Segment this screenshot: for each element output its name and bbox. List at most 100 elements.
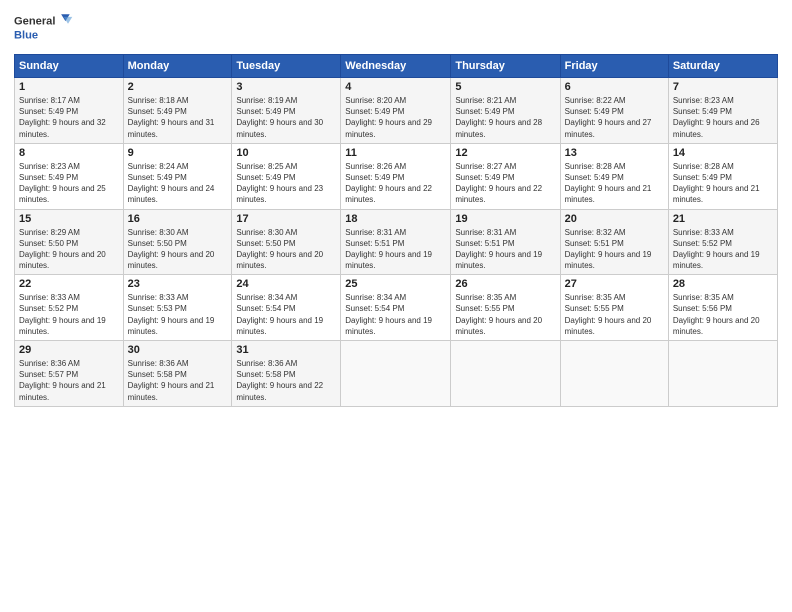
day-info: Sunrise: 8:24 AM Sunset: 5:49 PM Dayligh… (128, 161, 228, 206)
weekday-header: Friday (560, 55, 668, 78)
calendar-day-cell: 27 Sunrise: 8:35 AM Sunset: 5:55 PM Dayl… (560, 275, 668, 341)
day-number: 25 (345, 278, 446, 290)
calendar-day-cell: 12 Sunrise: 8:27 AM Sunset: 5:49 PM Dayl… (451, 143, 560, 209)
calendar-day-cell: 11 Sunrise: 8:26 AM Sunset: 5:49 PM Dayl… (341, 143, 451, 209)
day-number: 19 (455, 213, 555, 225)
calendar-day-cell (668, 341, 777, 407)
calendar-day-cell: 3 Sunrise: 8:19 AM Sunset: 5:49 PM Dayli… (232, 78, 341, 144)
calendar-day-cell: 13 Sunrise: 8:28 AM Sunset: 5:49 PM Dayl… (560, 143, 668, 209)
calendar-day-cell: 18 Sunrise: 8:31 AM Sunset: 5:51 PM Dayl… (341, 209, 451, 275)
calendar-day-cell: 23 Sunrise: 8:33 AM Sunset: 5:53 PM Dayl… (123, 275, 232, 341)
day-number: 29 (19, 344, 119, 356)
calendar-week-row: 29 Sunrise: 8:36 AM Sunset: 5:57 PM Dayl… (15, 341, 778, 407)
calendar-day-cell: 22 Sunrise: 8:33 AM Sunset: 5:52 PM Dayl… (15, 275, 124, 341)
day-info: Sunrise: 8:28 AM Sunset: 5:49 PM Dayligh… (673, 161, 773, 206)
day-number: 4 (345, 81, 446, 93)
weekday-header: Monday (123, 55, 232, 78)
day-info: Sunrise: 8:30 AM Sunset: 5:50 PM Dayligh… (128, 227, 228, 272)
calendar-day-cell: 10 Sunrise: 8:25 AM Sunset: 5:49 PM Dayl… (232, 143, 341, 209)
day-number: 28 (673, 278, 773, 290)
day-info: Sunrise: 8:32 AM Sunset: 5:51 PM Dayligh… (565, 227, 664, 272)
day-number: 22 (19, 278, 119, 290)
day-number: 26 (455, 278, 555, 290)
weekday-header: Wednesday (341, 55, 451, 78)
calendar-day-cell (560, 341, 668, 407)
calendar-day-cell: 26 Sunrise: 8:35 AM Sunset: 5:55 PM Dayl… (451, 275, 560, 341)
day-info: Sunrise: 8:34 AM Sunset: 5:54 PM Dayligh… (345, 292, 446, 337)
page: General Blue SundayMondayTuesdayWednesda… (0, 0, 792, 612)
calendar-day-cell: 24 Sunrise: 8:34 AM Sunset: 5:54 PM Dayl… (232, 275, 341, 341)
day-number: 14 (673, 147, 773, 159)
day-number: 31 (236, 344, 336, 356)
calendar-day-cell: 19 Sunrise: 8:31 AM Sunset: 5:51 PM Dayl… (451, 209, 560, 275)
calendar-week-row: 15 Sunrise: 8:29 AM Sunset: 5:50 PM Dayl… (15, 209, 778, 275)
calendar-day-cell: 25 Sunrise: 8:34 AM Sunset: 5:54 PM Dayl… (341, 275, 451, 341)
calendar-day-cell: 5 Sunrise: 8:21 AM Sunset: 5:49 PM Dayli… (451, 78, 560, 144)
day-info: Sunrise: 8:35 AM Sunset: 5:55 PM Dayligh… (565, 292, 664, 337)
day-number: 2 (128, 81, 228, 93)
logo-svg: General Blue (14, 10, 74, 46)
day-number: 17 (236, 213, 336, 225)
header: General Blue (14, 10, 778, 46)
calendar-day-cell (451, 341, 560, 407)
calendar-day-cell: 2 Sunrise: 8:18 AM Sunset: 5:49 PM Dayli… (123, 78, 232, 144)
day-info: Sunrise: 8:36 AM Sunset: 5:58 PM Dayligh… (236, 358, 336, 403)
calendar-day-cell: 17 Sunrise: 8:30 AM Sunset: 5:50 PM Dayl… (232, 209, 341, 275)
day-info: Sunrise: 8:35 AM Sunset: 5:56 PM Dayligh… (673, 292, 773, 337)
day-number: 23 (128, 278, 228, 290)
day-number: 5 (455, 81, 555, 93)
calendar-header-row: SundayMondayTuesdayWednesdayThursdayFrid… (15, 55, 778, 78)
day-info: Sunrise: 8:29 AM Sunset: 5:50 PM Dayligh… (19, 227, 119, 272)
day-info: Sunrise: 8:28 AM Sunset: 5:49 PM Dayligh… (565, 161, 664, 206)
day-number: 9 (128, 147, 228, 159)
logo: General Blue (14, 10, 74, 46)
weekday-header: Sunday (15, 55, 124, 78)
day-info: Sunrise: 8:35 AM Sunset: 5:55 PM Dayligh… (455, 292, 555, 337)
day-number: 15 (19, 213, 119, 225)
calendar-day-cell: 20 Sunrise: 8:32 AM Sunset: 5:51 PM Dayl… (560, 209, 668, 275)
day-info: Sunrise: 8:33 AM Sunset: 5:53 PM Dayligh… (128, 292, 228, 337)
day-number: 7 (673, 81, 773, 93)
day-number: 3 (236, 81, 336, 93)
day-number: 12 (455, 147, 555, 159)
day-number: 6 (565, 81, 664, 93)
day-number: 20 (565, 213, 664, 225)
day-info: Sunrise: 8:27 AM Sunset: 5:49 PM Dayligh… (455, 161, 555, 206)
day-info: Sunrise: 8:18 AM Sunset: 5:49 PM Dayligh… (128, 95, 228, 140)
day-info: Sunrise: 8:36 AM Sunset: 5:58 PM Dayligh… (128, 358, 228, 403)
calendar-day-cell: 28 Sunrise: 8:35 AM Sunset: 5:56 PM Dayl… (668, 275, 777, 341)
calendar-day-cell: 29 Sunrise: 8:36 AM Sunset: 5:57 PM Dayl… (15, 341, 124, 407)
day-info: Sunrise: 8:19 AM Sunset: 5:49 PM Dayligh… (236, 95, 336, 140)
day-info: Sunrise: 8:26 AM Sunset: 5:49 PM Dayligh… (345, 161, 446, 206)
day-number: 24 (236, 278, 336, 290)
svg-text:Blue: Blue (14, 29, 38, 41)
calendar-day-cell: 7 Sunrise: 8:23 AM Sunset: 5:49 PM Dayli… (668, 78, 777, 144)
day-info: Sunrise: 8:22 AM Sunset: 5:49 PM Dayligh… (565, 95, 664, 140)
day-info: Sunrise: 8:25 AM Sunset: 5:49 PM Dayligh… (236, 161, 336, 206)
calendar-day-cell: 21 Sunrise: 8:33 AM Sunset: 5:52 PM Dayl… (668, 209, 777, 275)
day-info: Sunrise: 8:20 AM Sunset: 5:49 PM Dayligh… (345, 95, 446, 140)
calendar-week-row: 22 Sunrise: 8:33 AM Sunset: 5:52 PM Dayl… (15, 275, 778, 341)
day-info: Sunrise: 8:31 AM Sunset: 5:51 PM Dayligh… (455, 227, 555, 272)
calendar-day-cell: 14 Sunrise: 8:28 AM Sunset: 5:49 PM Dayl… (668, 143, 777, 209)
day-number: 18 (345, 213, 446, 225)
day-number: 1 (19, 81, 119, 93)
day-info: Sunrise: 8:21 AM Sunset: 5:49 PM Dayligh… (455, 95, 555, 140)
weekday-header: Saturday (668, 55, 777, 78)
day-number: 11 (345, 147, 446, 159)
calendar-day-cell: 31 Sunrise: 8:36 AM Sunset: 5:58 PM Dayl… (232, 341, 341, 407)
calendar-week-row: 8 Sunrise: 8:23 AM Sunset: 5:49 PM Dayli… (15, 143, 778, 209)
day-number: 30 (128, 344, 228, 356)
calendar-week-row: 1 Sunrise: 8:17 AM Sunset: 5:49 PM Dayli… (15, 78, 778, 144)
day-number: 8 (19, 147, 119, 159)
svg-text:General: General (14, 16, 55, 28)
calendar-day-cell: 6 Sunrise: 8:22 AM Sunset: 5:49 PM Dayli… (560, 78, 668, 144)
calendar-day-cell (341, 341, 451, 407)
day-number: 16 (128, 213, 228, 225)
weekday-header: Thursday (451, 55, 560, 78)
day-number: 21 (673, 213, 773, 225)
calendar-table: SundayMondayTuesdayWednesdayThursdayFrid… (14, 54, 778, 407)
weekday-header: Tuesday (232, 55, 341, 78)
day-info: Sunrise: 8:34 AM Sunset: 5:54 PM Dayligh… (236, 292, 336, 337)
day-info: Sunrise: 8:36 AM Sunset: 5:57 PM Dayligh… (19, 358, 119, 403)
